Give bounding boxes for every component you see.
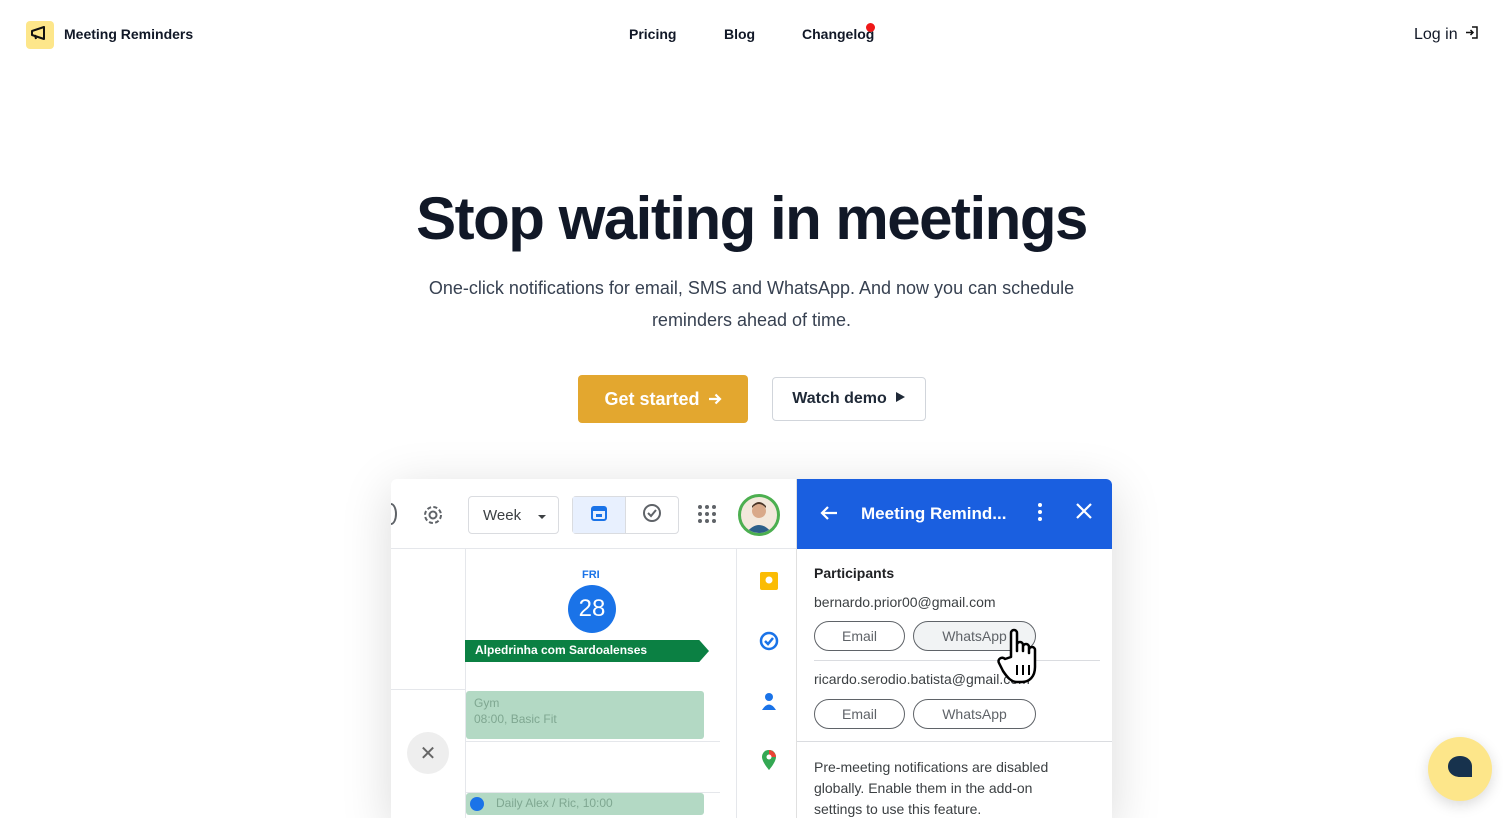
- get-started-button[interactable]: Get started: [578, 375, 748, 423]
- login-icon: [1464, 25, 1479, 45]
- notice-text: Pre-meeting notifications are disabled g…: [814, 759, 1049, 817]
- side-panel-icons: [736, 549, 796, 818]
- chat-bubble-icon: [1447, 755, 1473, 784]
- hand-cursor-icon: [997, 627, 1047, 690]
- get-started-label: Get started: [604, 388, 700, 409]
- email-button[interactable]: Email: [814, 699, 905, 729]
- gear-icon[interactable]: [421, 503, 445, 532]
- play-icon: [895, 390, 906, 408]
- email-button[interactable]: Email: [814, 621, 905, 651]
- mode-toggle: [572, 496, 679, 534]
- megaphone-icon: [30, 25, 50, 46]
- addon-panel: Meeting Remind... Participants bernardo.…: [796, 479, 1112, 818]
- nav-pricing[interactable]: Pricing: [629, 26, 676, 42]
- check-circle-icon: [642, 503, 662, 528]
- login-label: Log in: [1414, 26, 1458, 43]
- calendar-event[interactable]: Daily Alex / Ric, 10:00: [466, 793, 704, 815]
- participants-heading: Participants: [814, 565, 895, 581]
- avatar[interactable]: [738, 494, 780, 536]
- calendar-event[interactable]: Gym 08:00, Basic Fit: [466, 691, 704, 739]
- hero-title: Stop waiting in meetings: [416, 185, 1088, 252]
- logo[interactable]: [26, 21, 54, 49]
- day-name: FRI: [582, 569, 600, 581]
- event-title: Daily Alex / Ric, 10:00: [496, 796, 613, 810]
- calendar-toolbar: Week: [391, 479, 796, 549]
- meet-icon: [470, 797, 484, 811]
- close-icon[interactable]: ✕: [407, 732, 449, 774]
- hero-subtitle: One-click notifications for email, SMS a…: [428, 278, 1075, 330]
- calendar-grid: FRI 28 Alpedrinha com Sardoalenses Gym 0…: [391, 549, 736, 818]
- arrow-right-icon: [708, 389, 722, 410]
- event-time: 08:00, Basic Fit: [474, 712, 557, 726]
- view-select[interactable]: Week: [468, 496, 559, 534]
- addon-header: Meeting Remind...: [797, 479, 1112, 549]
- day-number[interactable]: 28: [568, 585, 616, 633]
- tasks-mode-button[interactable]: [625, 497, 678, 533]
- dropdown-caret-icon: [537, 507, 547, 524]
- calendar-event[interactable]: Alpedrinha com Sardoalenses: [465, 640, 709, 662]
- participant-email: bernardo.prior00@gmail.com: [814, 594, 996, 610]
- watch-demo-button[interactable]: Watch demo: [772, 377, 926, 421]
- event-title: Gym: [474, 696, 500, 710]
- login-link[interactable]: Log in: [1414, 25, 1479, 45]
- apps-grid-icon[interactable]: [697, 504, 717, 529]
- nav-changelog[interactable]: Changelog: [802, 26, 874, 42]
- maps-icon[interactable]: [759, 749, 779, 776]
- brand-name[interactable]: Meeting Reminders: [64, 26, 193, 42]
- keep-icon[interactable]: [759, 571, 779, 596]
- more-vert-icon[interactable]: [1037, 502, 1043, 528]
- watch-demo-label: Watch demo: [792, 390, 887, 407]
- whatsapp-button[interactable]: WhatsApp: [913, 699, 1036, 729]
- calendar-mode-button[interactable]: [573, 497, 625, 533]
- tasks-icon[interactable]: [759, 631, 779, 656]
- partial-icon: [391, 503, 397, 525]
- view-select-value: Week: [483, 506, 522, 524]
- addon-title: Meeting Remind...: [861, 504, 1007, 523]
- calendar-icon: [590, 504, 608, 527]
- product-screenshot: Week FRI 28 Alpedrinha com Sardoalenses …: [391, 479, 1112, 818]
- close-icon[interactable]: [1075, 502, 1093, 526]
- chat-widget-button[interactable]: [1428, 737, 1492, 801]
- back-arrow-icon[interactable]: [819, 503, 839, 529]
- changelog-badge-dot: [866, 23, 875, 32]
- nav-blog[interactable]: Blog: [724, 26, 755, 42]
- site-header: Meeting Reminders Pricing Blog Changelog…: [0, 0, 1503, 70]
- contacts-icon[interactable]: [759, 691, 779, 716]
